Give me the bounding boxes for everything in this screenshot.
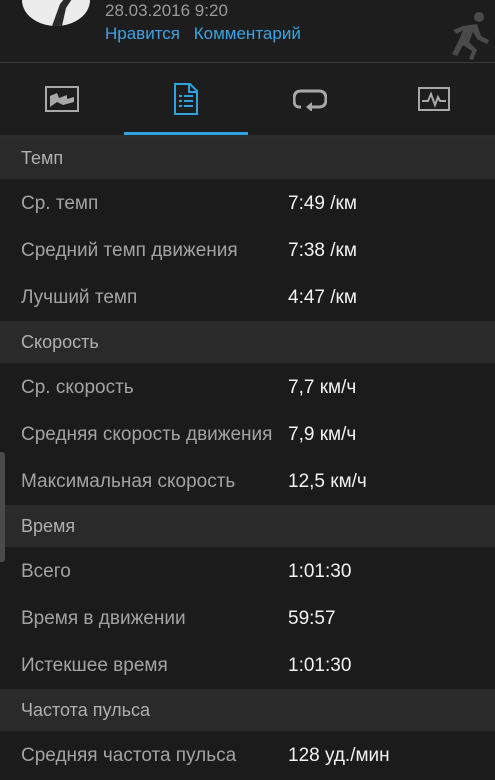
activity-header: 28.03.2016 9:20 Нравится Комментарий [0, 0, 495, 63]
section-header-time: Время [0, 505, 495, 547]
stat-value: 12,5 км/ч [288, 470, 367, 492]
stat-label: Средний темп движения [21, 240, 238, 262]
stat-row: Ср. скорость 7,7 км/ч [0, 363, 495, 412]
stat-row: Максимальная скорость 12,5 км/ч [0, 458, 495, 505]
scrollbar[interactable] [0, 452, 5, 562]
stat-row: Средний темп движения 7:38 /км [0, 228, 495, 275]
stat-value: 7,7 км/ч [288, 376, 357, 398]
section-header-pace: Темп [0, 137, 495, 179]
stat-label: Ср. скорость [21, 376, 134, 398]
stat-row: Ср. темп 7:49 /км [0, 179, 495, 228]
avatar[interactable] [22, 0, 90, 26]
stat-row: Всего 1:01:30 [0, 547, 495, 596]
stat-label: Максимальная скорость [21, 470, 236, 492]
tab-details[interactable] [124, 63, 248, 135]
stat-row: Лучший темп 4:47 /км [0, 274, 495, 321]
stats-list: Темп Ср. темп 7:49 /км Средний темп движ… [0, 137, 495, 780]
stat-row: Средняя скорость движения 7,9 км/ч [0, 412, 495, 459]
details-document-icon [174, 83, 198, 115]
stat-value: 1:01:30 [288, 654, 352, 676]
stat-label: Всего [21, 560, 71, 582]
stat-value: 59:57 [288, 608, 336, 630]
comment-link[interactable]: Комментарий [194, 24, 301, 43]
stat-value: 128 уд./мин [288, 744, 390, 766]
tab-charts[interactable] [372, 63, 495, 135]
stat-row: Средняя частота пульса 128 уд./мин [0, 731, 495, 780]
stat-value: 7,9 км/ч [288, 424, 357, 446]
tab-map[interactable] [0, 63, 124, 135]
chart-pulse-icon [418, 87, 450, 111]
map-icon [45, 86, 79, 112]
stat-value: 4:47 /км [288, 286, 357, 308]
stat-label: Время в движении [21, 608, 186, 630]
section-header-heart-rate: Частота пульса [0, 689, 495, 731]
laps-loop-icon [293, 89, 327, 111]
stat-row: Истекшее время 1:01:30 [0, 642, 495, 689]
section-header-speed: Скорость [0, 321, 495, 363]
tab-bar [0, 63, 495, 135]
stat-label: Истекшее время [21, 654, 168, 676]
stat-label: Лучший темп [21, 286, 138, 308]
stat-value: 7:49 /км [288, 192, 357, 214]
like-link[interactable]: Нравится [105, 24, 180, 43]
stat-value: 7:38 /км [288, 240, 357, 262]
stat-row: Время в движении 59:57 [0, 596, 495, 643]
social-links: Нравится Комментарий [105, 24, 310, 44]
user-silhouette-icon [52, 0, 72, 26]
stat-label: Средняя частота пульса [21, 744, 237, 766]
stat-label: Ср. темп [21, 192, 99, 214]
activity-date: 28.03.2016 9:20 [105, 1, 228, 20]
running-person-icon [452, 12, 489, 60]
stat-label: Средняя скорость движения [21, 424, 273, 446]
tab-laps[interactable] [248, 63, 372, 135]
stat-value: 1:01:30 [288, 560, 352, 582]
